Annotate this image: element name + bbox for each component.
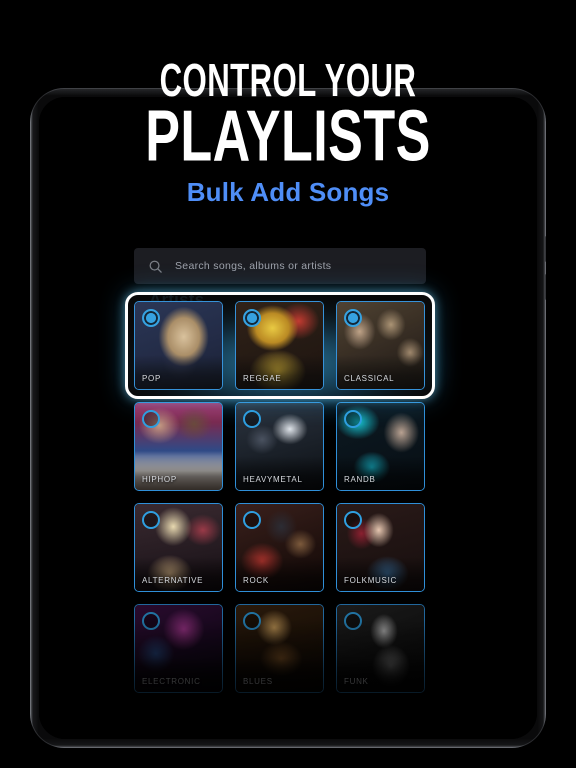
select-radio[interactable] <box>344 612 362 630</box>
artist-card-classical[interactable]: CLASSICAL <box>336 301 425 390</box>
artist-card-label: FUNK <box>344 677 369 686</box>
artist-card-label: ALTERNATIVE <box>142 576 204 585</box>
headline-line-2: PLAYLISTS <box>145 96 431 177</box>
artist-card-label: HEAVYMETAL <box>243 475 303 484</box>
artist-card-folkmusic[interactable]: FOLKMUSIC <box>336 503 425 592</box>
promo-screenshot: CONTROL YOUR PLAYLISTS Bulk Add Songs Se… <box>0 0 576 768</box>
volume-down-button[interactable] <box>545 274 546 300</box>
artwork-scrim <box>135 557 222 591</box>
select-radio[interactable] <box>243 612 261 630</box>
artist-card-label: FOLKMUSIC <box>344 576 397 585</box>
artist-row: HIPHOP HEAVYMETAL RANDB <box>134 402 426 491</box>
select-radio[interactable] <box>142 309 160 327</box>
select-radio[interactable] <box>142 612 160 630</box>
select-radio[interactable] <box>344 511 362 529</box>
artist-card-label: HIPHOP <box>142 475 177 484</box>
search-icon <box>148 259 163 274</box>
artist-card-funk[interactable]: FUNK <box>336 604 425 693</box>
search-bar[interactable]: Search songs, albums or artists <box>134 248 426 284</box>
search-input[interactable]: Search songs, albums or artists <box>175 260 331 272</box>
artist-card-label: CLASSICAL <box>344 374 395 383</box>
select-radio[interactable] <box>243 410 261 428</box>
artist-grid: POP REGGAE CLASSICAL HIPHOP HEAVYMETAL R… <box>134 301 426 705</box>
promo-headline: CONTROL YOUR PLAYLISTS Bulk Add Songs <box>0 57 576 207</box>
artist-card-blues[interactable]: BLUES <box>235 604 324 693</box>
artist-card-label: POP <box>142 374 161 383</box>
select-radio[interactable] <box>344 410 362 428</box>
artist-row: ELECTRONIC BLUES FUNK <box>134 604 426 693</box>
artist-card-label: BLUES <box>243 677 273 686</box>
artwork-scrim <box>135 355 222 389</box>
artwork-scrim <box>337 456 424 490</box>
artist-card-pop[interactable]: POP <box>134 301 223 390</box>
artwork-scrim <box>236 456 323 490</box>
select-radio[interactable] <box>142 511 160 529</box>
artwork-scrim <box>135 456 222 490</box>
artwork-scrim <box>236 557 323 591</box>
artist-row: POP REGGAE CLASSICAL <box>134 301 426 390</box>
artist-card-rock[interactable]: ROCK <box>235 503 324 592</box>
artwork-scrim <box>236 355 323 389</box>
headline-subtitle: Bulk Add Songs <box>186 177 390 207</box>
artist-card-hiphop[interactable]: HIPHOP <box>134 402 223 491</box>
artist-card-randb[interactable]: RANDB <box>336 402 425 491</box>
volume-up-button[interactable] <box>545 236 546 262</box>
artist-card-label: RANDB <box>344 475 376 484</box>
artwork-scrim <box>337 658 424 692</box>
select-radio[interactable] <box>344 309 362 327</box>
select-radio[interactable] <box>243 511 261 529</box>
artist-card-reggae[interactable]: REGGAE <box>235 301 324 390</box>
artist-card-heavymetal[interactable]: HEAVYMETAL <box>235 402 324 491</box>
artist-card-alternative[interactable]: ALTERNATIVE <box>134 503 223 592</box>
artwork-scrim <box>236 658 323 692</box>
artist-card-label: ELECTRONIC <box>142 677 201 686</box>
artist-card-electronic[interactable]: ELECTRONIC <box>134 604 223 693</box>
artist-card-label: ROCK <box>243 576 269 585</box>
artwork-scrim <box>337 557 424 591</box>
select-radio[interactable] <box>243 309 261 327</box>
select-radio[interactable] <box>142 410 160 428</box>
artist-card-label: REGGAE <box>243 374 282 383</box>
artwork-scrim <box>337 355 424 389</box>
artwork-scrim <box>135 658 222 692</box>
artist-row: ALTERNATIVE ROCK FOLKMUSIC <box>134 503 426 592</box>
